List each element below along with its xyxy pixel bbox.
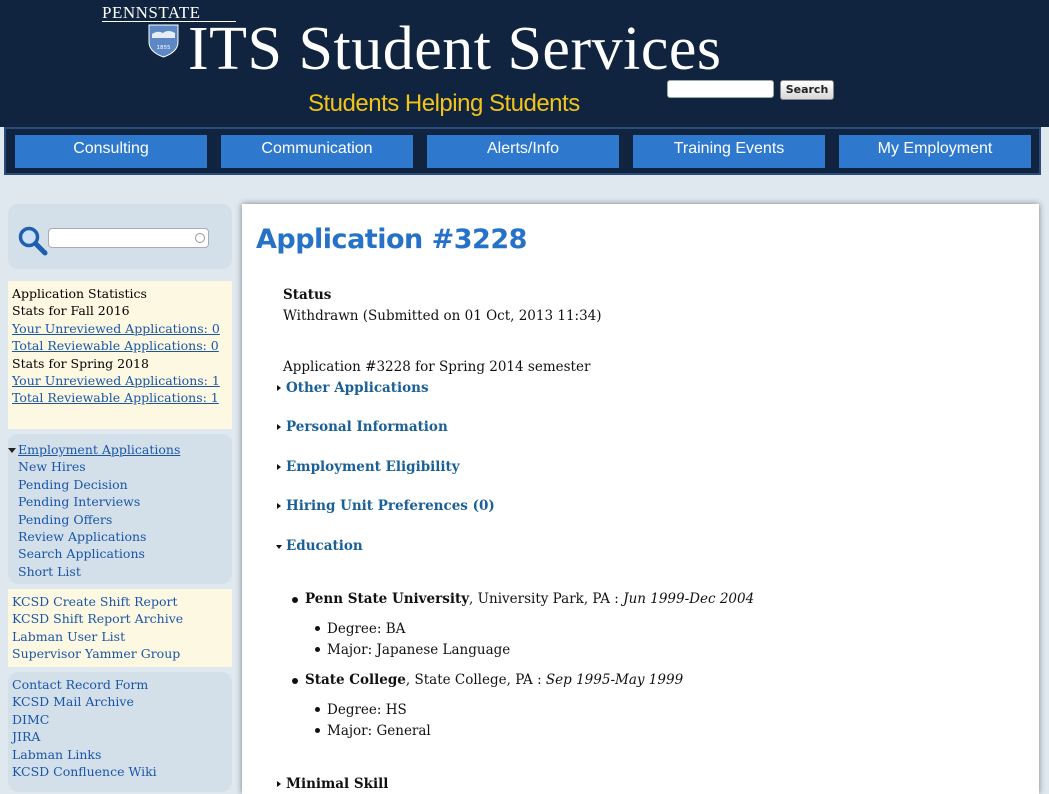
school-name: State College bbox=[305, 672, 406, 688]
kcsd-links-panel: KCSD Create Shift Report KCSD Shift Repo… bbox=[8, 589, 232, 667]
list-bullet bbox=[315, 647, 320, 652]
spring-total-link[interactable]: Total Reviewable Applications: 1 bbox=[12, 389, 232, 406]
misc-links-panel: Contact Record Form KCSD Mail Archive DI… bbox=[8, 672, 232, 792]
clear-search-icon[interactable] bbox=[195, 233, 205, 243]
section-hiring-unit-preferences[interactable]: Hiring Unit Preferences (0) bbox=[277, 498, 495, 514]
section-other-applications[interactable]: Other Applications bbox=[277, 380, 429, 396]
list-bullet bbox=[292, 597, 298, 603]
employment-applications-link[interactable]: Employment Applications bbox=[18, 441, 232, 458]
nav-communication[interactable]: Communication bbox=[221, 135, 413, 168]
major-text: Major: General bbox=[327, 723, 431, 739]
sidebar-item-new-hires[interactable]: New Hires bbox=[18, 458, 232, 475]
education-entry: Penn State University, University Park, … bbox=[305, 591, 754, 607]
supervisor-yammer-group-link[interactable]: Supervisor Yammer Group bbox=[12, 645, 232, 662]
nav-alerts-info[interactable]: Alerts/Info bbox=[427, 135, 619, 168]
collapsed-triangle-icon bbox=[277, 464, 281, 470]
degree-text: Degree: BA bbox=[327, 621, 406, 637]
list-bullet bbox=[315, 728, 320, 733]
collapsed-triangle-icon bbox=[277, 424, 281, 430]
fall-total-link[interactable]: Total Reviewable Applications: 0 bbox=[12, 337, 232, 354]
nav-consulting[interactable]: Consulting bbox=[15, 135, 207, 168]
spring-unreviewed-link[interactable]: Your Unreviewed Applications: 1 bbox=[12, 372, 232, 389]
school-name: Penn State University bbox=[305, 591, 470, 607]
section-education[interactable]: Education bbox=[276, 538, 363, 554]
main-nav: Consulting Communication Alerts/Info Tra… bbox=[4, 127, 1041, 175]
stats-fall-label: Stats for Fall 2016 bbox=[12, 303, 130, 319]
header-search-input[interactable] bbox=[667, 80, 774, 98]
stats-spring-label: Stats for Spring 2018 bbox=[12, 355, 149, 371]
page-title: Application #3228 bbox=[256, 224, 527, 255]
semester-line: Application #3228 for Spring 2014 semest… bbox=[283, 359, 591, 375]
fall-unreviewed-link[interactable]: Your Unreviewed Applications: 0 bbox=[12, 320, 232, 337]
list-bullet bbox=[315, 707, 320, 712]
nav-my-employment[interactable]: My Employment bbox=[839, 135, 1031, 168]
section-minimal-skills[interactable]: Minimal Skill bbox=[277, 776, 388, 792]
sidebar-item-pending-offers[interactable]: Pending Offers bbox=[18, 511, 232, 528]
pennstate-logo[interactable]: PENNSTATE bbox=[102, 3, 201, 23]
school-dates: Jun 1999-Dec 2004 bbox=[623, 591, 755, 607]
employment-applications-panel: Employment Applications New Hires Pendin… bbox=[8, 434, 232, 584]
degree-text: Degree: HS bbox=[327, 702, 407, 718]
education-entry: State College, State College, PA : Sep 1… bbox=[305, 672, 683, 688]
school-location: , State College, PA : bbox=[405, 672, 546, 688]
main-content: Application #3228 Status Withdrawn (Subm… bbox=[242, 204, 1039, 794]
kcsd-mail-archive-link[interactable]: KCSD Mail Archive bbox=[12, 693, 232, 710]
section-employment-eligibility[interactable]: Employment Eligibility bbox=[277, 459, 460, 475]
header-search-button[interactable]: Search bbox=[780, 80, 834, 100]
search-icon[interactable] bbox=[16, 224, 50, 258]
collapsed-triangle-icon bbox=[277, 503, 281, 509]
sidebar-item-pending-decision[interactable]: Pending Decision bbox=[18, 476, 232, 493]
kcsd-shift-report-archive-link[interactable]: KCSD Shift Report Archive bbox=[12, 610, 232, 627]
contact-record-form-link[interactable]: Contact Record Form bbox=[12, 676, 232, 693]
sidebar-item-search-applications[interactable]: Search Applications bbox=[18, 545, 232, 562]
labman-links-link[interactable]: Labman Links bbox=[12, 746, 232, 763]
expand-triangle-icon[interactable] bbox=[8, 448, 16, 453]
collapsed-triangle-icon bbox=[277, 781, 281, 787]
expanded-triangle-icon bbox=[276, 545, 282, 549]
site-header: PENNSTATE 1855 ITS Student Services Stud… bbox=[0, 0, 1049, 127]
major-text: Major: Japanese Language bbox=[327, 642, 511, 658]
site-tagline: Students Helping Students bbox=[308, 90, 580, 117]
kcsd-create-shift-report-link[interactable]: KCSD Create Shift Report bbox=[12, 593, 232, 610]
list-bullet bbox=[292, 678, 298, 684]
dimc-link[interactable]: DIMC bbox=[12, 711, 232, 728]
jira-link[interactable]: JIRA bbox=[12, 728, 232, 745]
site-title[interactable]: ITS Student Services bbox=[188, 18, 722, 80]
status-label: Status bbox=[283, 287, 332, 303]
kcsd-confluence-wiki-link[interactable]: KCSD Confluence Wiki bbox=[12, 763, 232, 780]
application-statistics-panel: Application Statistics Stats for Fall 20… bbox=[8, 281, 232, 429]
svg-text:1855: 1855 bbox=[157, 45, 171, 51]
pennstate-shield-icon: 1855 bbox=[148, 24, 179, 58]
sidebar-item-short-list[interactable]: Short List bbox=[18, 563, 232, 580]
list-bullet bbox=[315, 626, 320, 631]
sidebar-item-pending-interviews[interactable]: Pending Interviews bbox=[18, 493, 232, 510]
sidebar-search-input[interactable] bbox=[48, 228, 209, 248]
nav-training-events[interactable]: Training Events bbox=[633, 135, 825, 168]
school-dates: Sep 1995-May 1999 bbox=[545, 672, 684, 688]
collapsed-triangle-icon bbox=[277, 385, 281, 391]
status-value: Withdrawn (Submitted on 01 Oct, 2013 11:… bbox=[283, 308, 602, 324]
school-location: , University Park, PA : bbox=[469, 591, 624, 607]
sidebar-item-review-applications[interactable]: Review Applications bbox=[18, 528, 232, 545]
sidebar-search-panel bbox=[8, 204, 232, 269]
stats-heading: Application Statistics bbox=[12, 286, 147, 301]
section-personal-information[interactable]: Personal Information bbox=[277, 419, 448, 435]
labman-user-list-link[interactable]: Labman User List bbox=[12, 628, 232, 645]
